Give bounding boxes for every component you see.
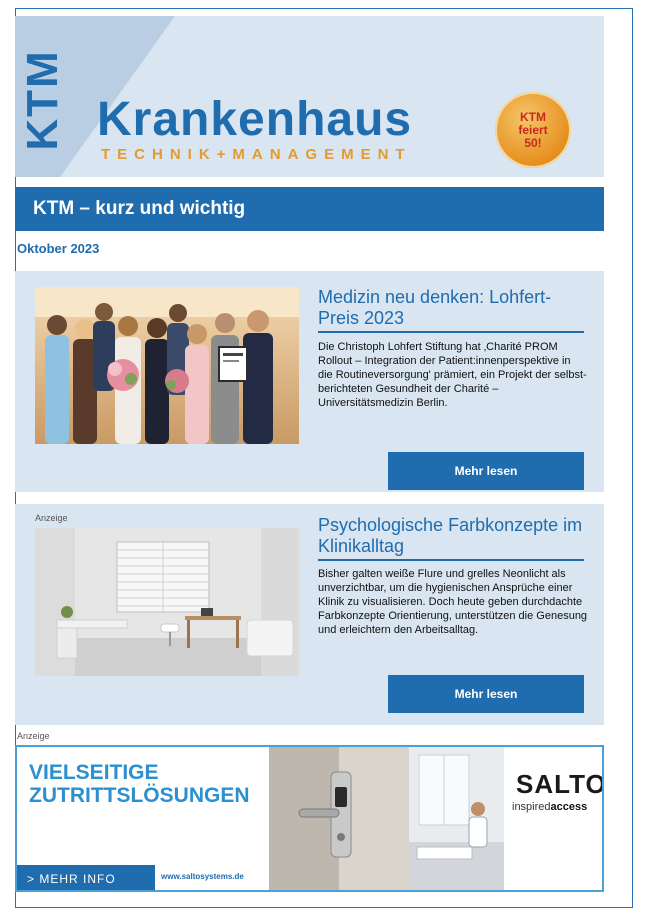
badge-line-1: KTM	[520, 109, 546, 124]
award-group-photo[interactable]	[35, 287, 299, 444]
headline-rule	[318, 331, 584, 333]
salto-tagline-bold: access	[550, 801, 588, 813]
badge-line-3: 50!	[524, 135, 542, 150]
article-headline[interactable]: Medizin neu denken: Lohfert-Preis 2023	[318, 287, 588, 329]
clinic-room-photo[interactable]	[35, 528, 299, 676]
ad-more-info-button[interactable]: > MEHR INFO	[17, 865, 155, 890]
anniversary-badge: KTM feiert 50!	[495, 92, 571, 168]
read-more-button[interactable]: Mehr lesen	[388, 452, 584, 490]
ad-sponsored-label: Anzeige	[17, 731, 50, 741]
salto-ad-banner[interactable]: VIELSEITIGE ZUTRITTSLÖSUNGEN > MEHR INFO…	[15, 745, 604, 892]
salto-brand-panel: SALTO inspiredaccess	[504, 747, 604, 890]
ad-headline: VIELSEITIGE ZUTRITTSLÖSUNGEN	[29, 761, 250, 807]
section-title: KTM – kurz und wichtig	[33, 198, 246, 219]
section-title-bar: KTM – kurz und wichtig	[15, 187, 604, 231]
ad-url-link[interactable]: www.saltosystems.de	[161, 872, 244, 881]
article-card-farbkonzepte: Anzeige Psychologische Farbkonzepte im K…	[15, 504, 604, 725]
article-headline[interactable]: Psychologische Farbkonzepte im Klinikall…	[318, 515, 588, 557]
sponsored-label: Anzeige	[35, 513, 68, 523]
hospital-room-image	[409, 747, 504, 890]
newsletter-header: KTM Krankenhaus TECHNIK+MANAGEMENT KTM f…	[15, 16, 604, 177]
ad-headline-line-2: ZUTRITTSLÖSUNGEN	[29, 784, 250, 807]
salto-tagline: inspiredaccess	[512, 801, 587, 813]
article-card-lohfert: Medizin neu denken: Lohfert-Preis 2023 D…	[15, 271, 604, 492]
article-teaser: Die Christoph Lohfert Stiftung hat ‚Char…	[318, 341, 587, 409]
badge-line-2: feiert	[518, 122, 548, 137]
salto-logo: SALTO	[516, 769, 604, 799]
salto-tagline-prefix: inspired	[512, 801, 551, 813]
masthead-title[interactable]: Krankenhaus	[97, 96, 412, 144]
read-more-button[interactable]: Mehr lesen	[388, 675, 584, 713]
ktm-logo[interactable]: KTM	[18, 30, 67, 170]
door-lock-image	[269, 747, 409, 890]
headline-rule	[318, 559, 584, 561]
article-teaser: Bisher galten weiße Flure und grelles Ne…	[318, 568, 588, 636]
masthead-subtitle: TECHNIK+MANAGEMENT	[101, 146, 412, 163]
ad-headline-line-1: VIELSEITIGE	[29, 761, 159, 784]
issue-date: Oktober 2023	[17, 241, 100, 256]
